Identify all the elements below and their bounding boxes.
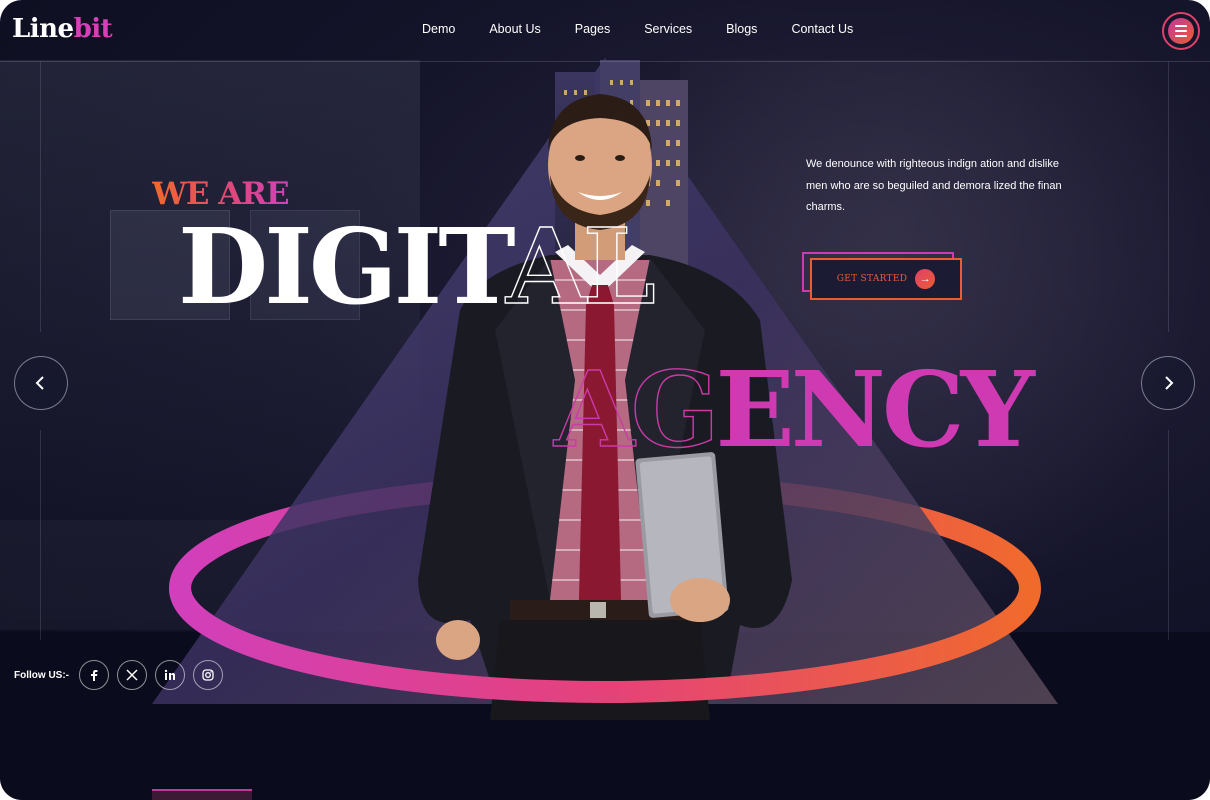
nav-item-about-us[interactable]: About Us — [472, 22, 557, 36]
hero-section: Linebit Demo About Us Pages Services Blo… — [0, 0, 1210, 800]
get-started-button[interactable]: GET STARTED → — [802, 252, 962, 300]
logo-accent-text: bit — [73, 14, 113, 44]
slider-prev-button[interactable] — [14, 356, 68, 410]
logo-text: Line — [12, 14, 74, 44]
facebook-icon[interactable] — [79, 660, 109, 690]
social-follow: Follow US:- — [14, 660, 223, 690]
button-face: GET STARTED → — [810, 258, 962, 300]
main-nav: Demo About Us Pages Services Blogs Conta… — [405, 22, 870, 36]
site-logo[interactable]: Linebit — [12, 14, 113, 44]
get-started-label: GET STARTED — [836, 274, 908, 284]
hero-description: We denounce with righteous indign ation … — [806, 158, 1062, 213]
next-section-tag — [152, 789, 252, 800]
chevron-right-icon — [1165, 376, 1174, 390]
headline-outline-text: AL — [505, 205, 656, 328]
hero-headline-agency: AGENCY — [553, 357, 1035, 462]
menu-button[interactable] — [1162, 12, 1200, 50]
instagram-icon[interactable] — [193, 660, 223, 690]
headline-outline-text: AG — [553, 348, 720, 471]
site-header: Linebit Demo About Us Pages Services Blo… — [0, 0, 1210, 62]
linkedin-icon[interactable] — [155, 660, 185, 690]
hamburger-menu-icon — [1168, 18, 1194, 44]
slider-next-button[interactable] — [1141, 356, 1195, 410]
nav-item-pages[interactable]: Pages — [558, 22, 627, 36]
x-twitter-icon[interactable] — [117, 660, 147, 690]
hero-headline-digital: DIGITAL — [178, 214, 657, 319]
headline-solid-text: DIGIT — [178, 205, 510, 328]
follow-label: Follow US:- — [14, 669, 69, 681]
chevron-left-icon — [35, 376, 44, 390]
nav-item-blogs[interactable]: Blogs — [709, 22, 774, 36]
nav-item-services[interactable]: Services — [627, 22, 709, 36]
arrow-right-icon: → — [915, 269, 936, 289]
nav-item-demo[interactable]: Demo — [405, 22, 472, 36]
headline-solid-text: ENCY — [715, 348, 1035, 471]
nav-item-contact-us[interactable]: Contact Us — [774, 22, 870, 36]
